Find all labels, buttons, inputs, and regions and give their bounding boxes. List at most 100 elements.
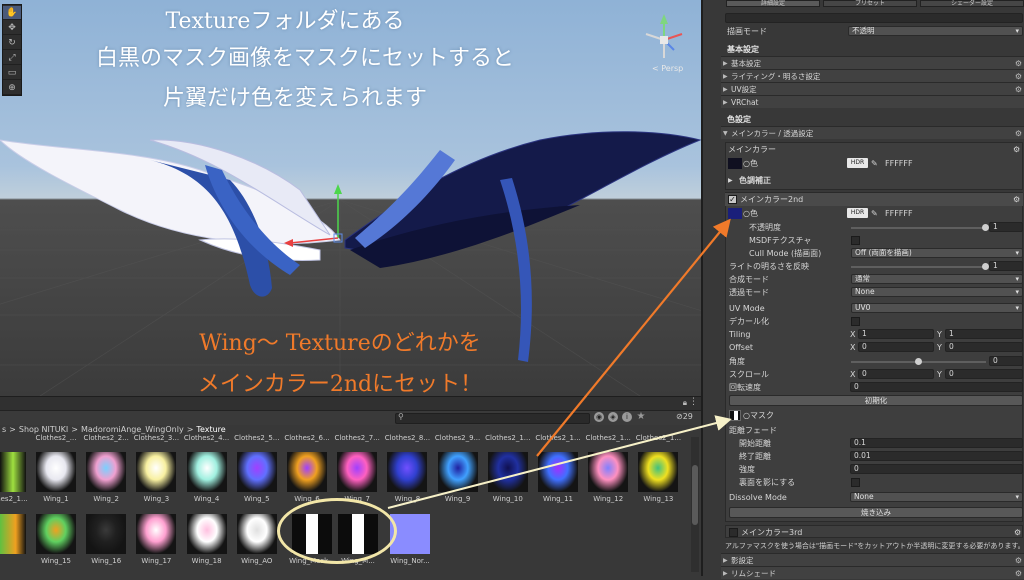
asset-thumbnail[interactable] [487,452,528,492]
angle-field[interactable]: 0 [989,356,1023,366]
backface-shadow-checkbox[interactable] [851,478,860,487]
main2-color-hex[interactable]: FFFFFF [885,207,913,220]
gear-icon[interactable]: ⚙ [1013,143,1020,156]
blend-mode-dropdown[interactable]: 通常 [851,274,1023,284]
asset-thumbnail[interactable] [588,452,629,492]
search-by-label-icon[interactable]: ◈ [608,412,618,422]
gear-icon[interactable]: ⚙ [1015,567,1022,580]
asset-label[interactable]: Clothes2_9... [433,434,483,442]
asset-thumbnail[interactable] [0,452,26,492]
fade-strength-field[interactable]: 0 [850,464,1023,474]
msdf-checkbox[interactable] [851,236,860,245]
main-color-2nd-checkbox[interactable]: ✓ [728,195,737,204]
asset-label[interactable]: Clothes2_4... [182,434,232,442]
asset-thumbnail[interactable] [337,452,378,492]
render-mode-dropdown[interactable]: 不透明 [848,26,1023,36]
hidden-packages-count[interactable]: ⊘29 [676,412,693,421]
gear-icon[interactable]: ⚙ [1015,127,1022,140]
asset-label[interactable]: Clothes2_7... [332,434,382,442]
asset-label[interactable]: Clothes2_1... [0,495,30,503]
foldout-shadow[interactable]: ▶ 影設定 ⚙ [721,553,1024,566]
light-field[interactable]: 1 [989,261,1023,271]
scroll-y-field[interactable]: 0 [945,369,1023,379]
asset-thumbnail[interactable] [86,514,127,554]
rotate-tool-icon[interactable]: ↻ [3,36,21,50]
search-by-type-icon[interactable]: ◉ [594,412,604,422]
main2-texture-thumb[interactable] [728,208,742,219]
asset-thumbnail[interactable] [437,452,478,492]
asset-label[interactable]: Wing_10 [483,495,533,503]
asset-thumbnail[interactable] [387,452,428,492]
tab-preset[interactable]: プリセット [823,0,917,7]
hdr-badge[interactable]: HDR [847,158,868,168]
angle-slider-knob[interactable] [915,358,922,365]
asset-thumbnail[interactable] [236,514,277,554]
asset-label[interactable]: Wing_11 [533,495,583,503]
rect-tool-icon[interactable]: ▭ [3,66,21,80]
asset-thumbnail[interactable] [236,452,277,492]
scroll-x-field[interactable]: 0 [858,369,934,379]
reset-button[interactable]: 初期化 [729,395,1023,406]
opacity-slider-track[interactable] [851,227,986,229]
asset-label[interactable]: Wing_15 [31,557,81,565]
asset-label[interactable]: Wing_8 [382,495,432,503]
perspective-label[interactable]: < Persp [652,64,683,73]
color-adjust-foldout[interactable]: 色調補正 [739,174,771,187]
light-slider-knob[interactable] [982,263,989,270]
asset-label[interactable]: Clothes2_8... [382,434,432,442]
decal-checkbox[interactable] [851,317,860,326]
offset-y-field[interactable]: 0 [945,342,1023,352]
asset-label[interactable]: Wing_3 [131,495,181,503]
gear-icon[interactable]: ⚙ [1014,526,1021,539]
asset-label[interactable]: Wing_16 [81,557,131,565]
hand-tool-icon[interactable]: ✋ [3,6,21,20]
asset-label[interactable]: Clothes2_6... [282,434,332,442]
tab-advanced[interactable]: 詳細設定 [726,0,820,7]
project-scrollbar[interactable] [691,437,699,572]
alpha-mode-dropdown[interactable]: None [851,287,1023,297]
tab-shader-settings[interactable]: シェーダー設定 [920,0,1024,7]
asset-label[interactable]: Wing_1 [31,495,81,503]
main-color-hex[interactable]: FFFFFF [885,157,913,170]
inspector-search-input[interactable] [725,13,1023,23]
foldout-rim-shade[interactable]: ▶ リムシェード ⚙ [721,566,1024,579]
eyedropper-icon[interactable]: ✎ [871,207,878,220]
scale-tool-icon[interactable]: ⤢ [3,51,21,65]
main-color-3rd-title[interactable]: メインカラー3rd [741,526,802,539]
menu-icon[interactable]: ⋮ [689,397,698,407]
dissolve-mode-dropdown[interactable]: None [850,492,1023,502]
fade-end-field[interactable]: 0.01 [850,451,1023,461]
eyedropper-icon[interactable]: ✎ [871,157,878,170]
asset-label[interactable]: Wing_Nor... [385,557,435,565]
foldout-vrchat[interactable]: ▶ VRChat [721,95,1024,108]
foldout-lighting[interactable]: ▶ ライティング・明るさ設定 ⚙ [721,69,1024,82]
rotate-speed-field[interactable]: 0 [850,382,1023,392]
main-color-3rd-checkbox[interactable] [729,528,738,537]
asset-label[interactable]: Wing_9 [433,495,483,503]
orientation-gizmo[interactable] [632,10,692,70]
cull-mode-dropdown[interactable]: Off (両面を描画) [851,248,1023,258]
asset-label[interactable]: Clothes2_1... [633,434,683,442]
asset-thumbnail[interactable] [36,452,76,492]
mask-texture-thumb[interactable] [729,410,741,421]
asset-label[interactable]: Wing_18 [182,557,232,565]
foldout-uv[interactable]: ▶ UV設定 ⚙ [721,82,1024,95]
favorite-star-icon[interactable]: ★ [636,412,646,422]
project-search-input[interactable]: ⚲ [395,412,590,424]
asset-label[interactable]: Clothes2_1... [583,434,633,442]
tiling-y-field[interactable]: 1 [945,329,1023,339]
lock-icon[interactable]: 🔒︎ [683,398,687,408]
offset-x-field[interactable]: 0 [858,342,934,352]
uv-mode-dropdown[interactable]: UV0 [851,303,1023,313]
hdr-badge[interactable]: HDR [847,208,868,218]
asset-label[interactable]: Clothes2_3... [131,434,181,442]
asset-thumbnail[interactable] [186,452,227,492]
scene-view[interactable]: ✋ ✥ ↻ ⤢ ▭ ⊕ Textureフォルダにある 白黒のマスク画像をマスクに… [0,0,701,396]
asset-label[interactable]: Clothes2_... [31,434,81,442]
asset-thumbnail[interactable] [538,452,578,492]
asset-label[interactable]: Clothes2_2... [81,434,131,442]
asset-label[interactable]: Wing_AO [232,557,282,565]
asset-thumbnail[interactable] [36,514,76,554]
asset-label[interactable]: Wing_5 [232,495,282,503]
foldout-main-color[interactable]: ▼ メインカラー / 透過設定 ⚙ [721,126,1024,139]
